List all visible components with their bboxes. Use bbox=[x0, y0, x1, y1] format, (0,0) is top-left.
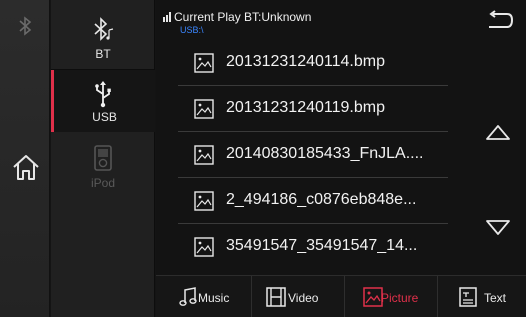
file-list: 20131231240114.bmp 20131231240119.bmp 20… bbox=[178, 40, 448, 270]
text-document-icon bbox=[459, 287, 477, 307]
tab-text-label: Text bbox=[484, 291, 507, 305]
image-file-icon bbox=[194, 53, 214, 73]
tab-text[interactable]: Text bbox=[437, 276, 526, 317]
film-icon bbox=[266, 287, 286, 307]
source-usb[interactable]: USB bbox=[51, 70, 155, 132]
left-rail bbox=[0, 0, 50, 317]
tab-music-label: Music bbox=[198, 291, 230, 305]
ipod-icon bbox=[94, 145, 112, 171]
tab-picture[interactable]: Picture bbox=[344, 276, 437, 317]
list-item[interactable]: 20131231240114.bmp bbox=[178, 40, 448, 86]
header: Current Play BT:Unknown USB:\ bbox=[156, 0, 526, 40]
tab-video[interactable]: Video bbox=[251, 276, 344, 317]
picture-icon bbox=[363, 287, 383, 307]
file-name: 35491547_35491547_14... bbox=[226, 237, 418, 254]
tab-music[interactable]: Music bbox=[156, 276, 251, 317]
image-file-icon bbox=[194, 237, 214, 257]
source-bt[interactable]: BT bbox=[51, 6, 155, 70]
list-item[interactable]: 35491547_35491547_14... bbox=[178, 224, 448, 270]
current-path: USB:\ bbox=[180, 25, 204, 35]
tab-video-label: Video bbox=[288, 291, 319, 305]
image-file-icon bbox=[194, 145, 214, 165]
source-list: BT USB iPod bbox=[51, 0, 155, 317]
source-ipod-label: iPod bbox=[90, 176, 116, 190]
media-tabs: Music Video Picture Text bbox=[156, 275, 526, 317]
file-name: 20131231240114.bmp bbox=[226, 53, 385, 70]
bluetooth-music-icon bbox=[94, 17, 114, 41]
current-play-title: Current Play BT:Unknown bbox=[174, 10, 312, 24]
list-item[interactable]: 2_494186_c0876eb848e... bbox=[178, 178, 448, 224]
file-name: 20140830185433_FnJLA.... bbox=[226, 145, 424, 162]
source-bt-label: BT bbox=[95, 47, 111, 61]
scroll-down-icon[interactable] bbox=[484, 218, 512, 238]
tab-picture-label: Picture bbox=[381, 291, 419, 305]
bluetooth-icon[interactable] bbox=[14, 14, 36, 38]
signal-bars-icon bbox=[163, 12, 171, 22]
main-panel: Current Play BT:Unknown USB:\ 2013123124… bbox=[156, 0, 526, 317]
list-item[interactable]: 20140830185433_FnJLA.... bbox=[178, 132, 448, 178]
usb-icon bbox=[95, 81, 111, 108]
back-arrow-icon[interactable] bbox=[483, 10, 515, 32]
image-file-icon bbox=[194, 99, 214, 119]
list-item[interactable]: 20131231240119.bmp bbox=[178, 86, 448, 132]
music-note-icon bbox=[179, 287, 197, 306]
file-name: 20131231240119.bmp bbox=[226, 99, 385, 116]
source-usb-label: USB bbox=[92, 110, 117, 124]
image-file-icon bbox=[194, 191, 214, 211]
file-name: 2_494186_c0876eb848e... bbox=[226, 191, 417, 208]
scroll-up-icon[interactable] bbox=[484, 122, 512, 142]
home-icon[interactable] bbox=[10, 152, 42, 182]
source-ipod[interactable]: iPod bbox=[51, 134, 155, 198]
